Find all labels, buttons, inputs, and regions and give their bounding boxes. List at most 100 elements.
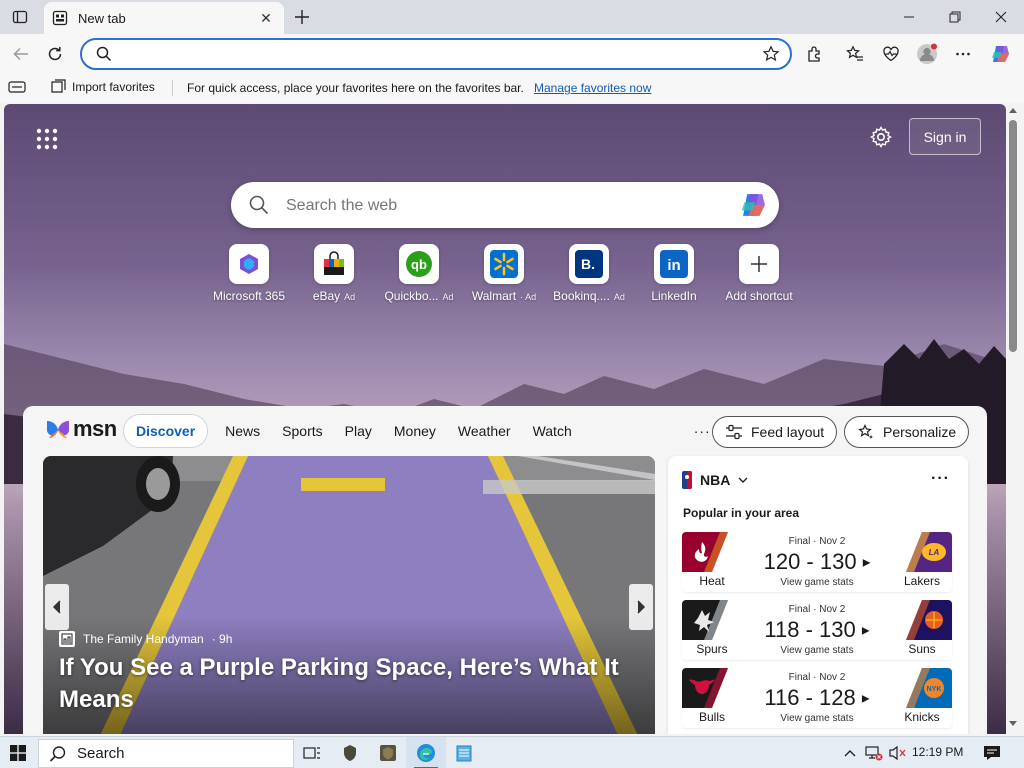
chevron-left-icon	[52, 600, 61, 614]
address-input[interactable]	[122, 45, 762, 65]
toolbar	[0, 34, 1024, 74]
ad-badge: Ad	[613, 292, 625, 302]
favorites-separator	[172, 80, 173, 96]
tab-new-tab[interactable]: New tab ✕	[44, 2, 284, 34]
notification-icon	[984, 746, 1000, 760]
taskbar-clock[interactable]: 12:19 PM	[912, 745, 963, 759]
scroll-up-arrow-icon[interactable]	[1009, 107, 1017, 113]
chevron-up-icon	[844, 750, 856, 757]
app-launcher-button[interactable]	[34, 126, 60, 152]
new-tab-button[interactable]	[288, 4, 316, 30]
publisher-name: The Family Handyman	[83, 632, 204, 646]
plus-icon	[295, 10, 309, 24]
article-source: The Family Handyman · 9h	[59, 631, 232, 647]
add-shortcut-button[interactable]: Add shortcut	[714, 244, 804, 303]
favorites-star-list-icon	[846, 45, 863, 61]
quick-links: Microsoft 365 eBay Ad qb Quickbo... Ad Wal…	[200, 244, 800, 314]
shortcut-booking[interactable]: B. Bookinq.... Ad	[544, 244, 634, 303]
taskbar-app-1[interactable]	[336, 737, 364, 768]
game-card[interactable]: Spurs Suns Final · Nov 2 118 - 130 ▶ Vie…	[682, 600, 952, 660]
address-bar[interactable]	[80, 38, 792, 70]
ad-badge: Ad	[442, 292, 454, 302]
network-disconnected-icon	[865, 746, 883, 761]
network-status-button[interactable]	[862, 737, 886, 768]
manage-favorites-link[interactable]: Manage favorites now	[534, 81, 651, 95]
settings-more-button[interactable]	[948, 40, 978, 68]
start-button[interactable]	[0, 737, 36, 768]
nba-header[interactable]: NBA	[682, 471, 748, 489]
notification-center-button[interactable]	[978, 737, 1006, 768]
page-settings-button[interactable]	[868, 124, 894, 150]
tab-weather[interactable]: Weather	[447, 414, 522, 448]
tab-close-button[interactable]: ✕	[256, 8, 276, 28]
new-tab-favicon-icon	[52, 10, 68, 26]
shortcut-quickbooks[interactable]: qb Quickbo... Ad	[374, 244, 464, 303]
shortcut-microsoft-365[interactable]: Microsoft 365	[204, 244, 294, 303]
favorites-button[interactable]	[840, 40, 870, 68]
shortcut-label: Quickbo...	[384, 289, 439, 303]
vertical-scrollbar[interactable]	[1006, 104, 1020, 734]
windows-logo-icon	[10, 745, 26, 761]
tab-discover[interactable]: Discover	[123, 414, 209, 448]
feed-nav: Discover News Sports Play Money Weather …	[123, 414, 722, 448]
feed-layout-label: Feed layout	[751, 424, 825, 440]
favorite-star-icon[interactable]	[762, 45, 780, 63]
profile-button[interactable]	[912, 40, 942, 68]
shortcut-linkedin[interactable]: in LinkedIn	[629, 244, 719, 303]
tab-money[interactable]: Money	[383, 414, 447, 448]
copilot-icon[interactable]	[739, 190, 769, 220]
tab-news[interactable]: News	[214, 414, 271, 448]
task-view-button[interactable]	[298, 737, 326, 768]
taskbar-app-2[interactable]	[374, 737, 402, 768]
feed-layout-button[interactable]: Feed layout	[712, 416, 838, 448]
back-arrow-icon	[13, 47, 28, 61]
sign-in-button[interactable]: Sign in	[909, 118, 981, 155]
web-search-box[interactable]: Search the web	[231, 182, 779, 228]
copilot-button[interactable]	[986, 40, 1016, 68]
nba-more-button[interactable]: ···	[931, 470, 950, 488]
import-icon	[51, 79, 66, 93]
volume-button[interactable]	[886, 737, 908, 768]
shortcut-label: LinkedIn	[651, 289, 697, 303]
personalize-button[interactable]: Personalize	[844, 416, 970, 448]
hero-next-button[interactable]	[629, 584, 653, 630]
favorites-bar: Import favorites For quick access, place…	[0, 74, 1024, 102]
favorites-bar-icon	[8, 81, 26, 93]
msn-logo[interactable]: msn	[45, 416, 117, 442]
scrollbar-thumb[interactable]	[1009, 120, 1017, 352]
taskbar-notepad-button[interactable]	[450, 737, 478, 768]
tab-actions-button[interactable]	[7, 7, 33, 27]
taskbar-edge-button[interactable]	[406, 737, 446, 768]
hero-prev-button[interactable]	[45, 584, 69, 630]
back-button[interactable]	[6, 40, 36, 68]
sliders-icon	[726, 424, 742, 440]
show-hidden-icons-button[interactable]	[840, 737, 860, 768]
view-game-stats-link[interactable]: View game stats	[682, 577, 952, 588]
scroll-down-arrow-icon[interactable]	[1009, 721, 1017, 727]
tab-watch[interactable]: Watch	[522, 414, 583, 448]
game-card[interactable]: NYK Bulls Knicks Final · Nov 2 116 - 128…	[682, 668, 952, 728]
hero-article-card[interactable]: The Family Handyman · 9h If You See a Pu…	[43, 456, 655, 734]
minimize-button[interactable]	[886, 0, 932, 34]
notepad-icon	[456, 745, 472, 762]
game-card[interactable]: LA Heat Lakers Final · Nov 2 120 - 130 ▶…	[682, 532, 952, 592]
shortcut-ebay[interactable]: eBay Ad	[289, 244, 379, 303]
minimize-icon	[904, 16, 914, 18]
hero-headline[interactable]: If You See a Purple Parking Space, Here’…	[59, 652, 619, 716]
taskbar-search-box[interactable]: Search	[38, 739, 294, 768]
favorites-toggle-button[interactable]	[8, 80, 26, 97]
shortcut-walmart[interactable]: Walmart · Ad	[459, 244, 549, 303]
tab-actions-icon	[12, 10, 28, 24]
view-game-stats-link[interactable]: View game stats	[682, 713, 952, 724]
publisher-logo-icon	[59, 631, 75, 647]
restore-button[interactable]	[932, 0, 978, 34]
refresh-button[interactable]	[40, 40, 70, 68]
close-window-button[interactable]	[978, 0, 1024, 34]
extensions-button[interactable]	[800, 40, 830, 68]
tab-sports[interactable]: Sports	[271, 414, 333, 448]
browser-essentials-button[interactable]	[876, 40, 906, 68]
tab-play[interactable]: Play	[334, 414, 383, 448]
import-favorites-label: Import favorites	[72, 80, 155, 94]
view-game-stats-link[interactable]: View game stats	[682, 645, 952, 656]
import-favorites-button[interactable]: Import favorites	[50, 79, 155, 95]
